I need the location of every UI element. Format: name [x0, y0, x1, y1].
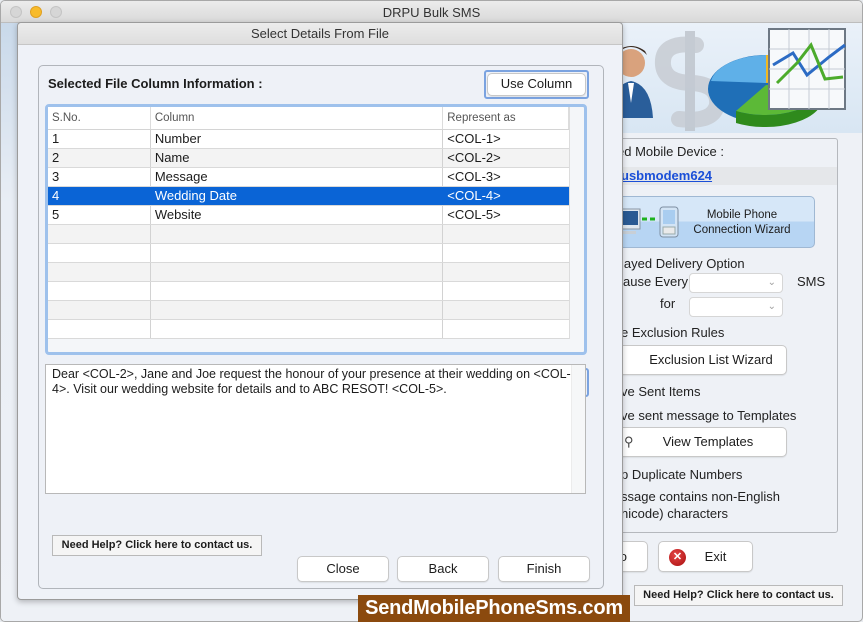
cell-sno: 4: [48, 187, 151, 205]
cell-represent-as: [443, 244, 569, 262]
cell-represent-as: <COL-1>: [447, 131, 501, 146]
cell-represent-as: <COL-5>: [447, 207, 501, 222]
dynamic-message-textarea[interactable]: Dear <COL-2>, Jane and Joe request the h…: [45, 364, 586, 494]
cell-represent-as: [443, 320, 569, 338]
header-sno[interactable]: S.No.: [48, 107, 151, 129]
message-scrollbar[interactable]: [571, 365, 585, 493]
cell-column: [151, 225, 444, 243]
device-link[interactable]: usbmodem624: [621, 168, 712, 183]
header-column[interactable]: Column: [151, 107, 444, 129]
empty-table-row: [48, 282, 569, 301]
cell-sno: [48, 263, 151, 281]
empty-table-row: [48, 225, 569, 244]
save-sent-items-checkbox-label[interactable]: ve Sent Items: [621, 384, 700, 399]
column-table-container: S.No. Column Represent as 1 Number <COL-1>…: [45, 104, 587, 355]
table-row[interactable]: 4 Wedding Date <COL-4>: [48, 187, 569, 206]
cell-sno: 3: [48, 168, 151, 186]
column-info-label: Selected File Column Information :: [48, 76, 263, 91]
empty-table-row: [48, 301, 569, 320]
cell-represent-as: <COL-2>: [447, 150, 501, 165]
cell-column: [151, 301, 444, 319]
for-duration-select[interactable]: ⌄: [689, 297, 783, 317]
window-title: DRPU Bulk SMS: [382, 5, 481, 20]
use-column-button[interactable]: Use Column: [487, 73, 586, 96]
cell-column: Message: [151, 168, 444, 186]
exit-button[interactable]: ✕ Exit: [658, 541, 753, 572]
close-button[interactable]: Close: [297, 556, 389, 582]
pause-every-select[interactable]: ⌄: [689, 273, 783, 293]
message-text: Dear <COL-2>, Jane and Joe request the h…: [52, 367, 571, 396]
cell-sno: [48, 244, 151, 262]
table-header: S.No. Column Represent as: [48, 107, 570, 130]
cell-represent-as: [443, 301, 569, 319]
cell-column: Name: [151, 149, 444, 167]
cell-sno: [48, 282, 151, 300]
exclusion-list-wizard-button[interactable]: Exclusion List Wizard: [607, 345, 787, 375]
finish-button[interactable]: Finish: [498, 556, 590, 582]
unicode-checkbox-label-line1[interactable]: ssage contains non-English: [621, 489, 780, 504]
cell-sno: [48, 320, 151, 338]
line-chart-icon: [768, 28, 846, 110]
table-row[interactable]: 2 Name <COL-2>: [48, 149, 569, 168]
dialog-help-link[interactable]: Need Help? Click here to contact us.: [52, 535, 262, 556]
exit-icon: ✕: [669, 549, 686, 566]
watermark-banner: SendMobilePhoneSms.com: [358, 595, 630, 622]
back-button[interactable]: Back: [397, 556, 489, 582]
cell-column: [151, 263, 444, 281]
table-row[interactable]: 5 Website <COL-5>: [48, 206, 569, 225]
exclusion-rules-checkbox-label[interactable]: e Exclusion Rules: [621, 325, 724, 340]
chevron-down-icon: ⌄: [767, 301, 776, 312]
cell-represent-as: [443, 282, 569, 300]
cell-sno: 5: [48, 206, 151, 224]
mobile-connection-wizard-button[interactable]: Mobile Phone Connection Wizard: [607, 196, 815, 248]
cell-column: Number: [151, 130, 444, 148]
wizard-label-line2: Connection Wizard: [693, 224, 791, 236]
cell-column: [151, 244, 444, 262]
title-bar: DRPU Bulk SMS: [1, 1, 862, 23]
cell-represent-as: <COL-3>: [447, 169, 501, 184]
banner: [601, 23, 862, 133]
table-row[interactable]: 3 Message <COL-3>: [48, 168, 569, 187]
connected-device-label: ed Mobile Device :: [617, 144, 724, 159]
sms-label: SMS: [797, 274, 826, 289]
cell-column: Website: [151, 206, 444, 224]
column-table: S.No. Column Represent as 1 Number <COL-1>…: [48, 107, 570, 339]
wizard-button-label: Mobile Phone Connection Wizard: [686, 208, 798, 238]
dialog-title: Select Details From File: [18, 23, 622, 45]
empty-table-row: [48, 244, 569, 263]
pause-every-label: ause Every: [623, 274, 689, 289]
unicode-checkbox-label-line2: nicode) characters: [621, 506, 728, 521]
delayed-delivery-checkbox-label[interactable]: layed Delivery Option: [621, 256, 745, 271]
phone-connection-icon: [618, 206, 679, 238]
exclusion-button-label: Exclusion List Wizard: [649, 352, 773, 367]
save-templates-checkbox-label[interactable]: ve sent message to Templates: [621, 408, 796, 423]
cell-represent-as: [443, 225, 569, 243]
header-represent-as[interactable]: Represent as: [443, 107, 570, 129]
chevron-down-icon: ⌄: [767, 277, 776, 288]
cell-represent-as: [443, 263, 569, 281]
view-templates-button[interactable]: ⚲ View Templates: [607, 427, 787, 457]
cell-sno: [48, 301, 151, 319]
view-templates-label: View Templates: [662, 434, 754, 449]
wizard-label-line1: Mobile Phone: [706, 209, 778, 221]
cell-sno: 2: [48, 149, 151, 167]
dollar-sign-icon: [654, 31, 726, 131]
cell-column: [151, 282, 444, 300]
magnifier-icon: ⚲: [624, 434, 634, 449]
cell-column: Wedding Date: [151, 187, 444, 205]
empty-table-row: [48, 263, 569, 282]
for-label: for: [660, 296, 676, 311]
use-column-focus-ring: Use Column: [484, 70, 589, 99]
cell-sno: 1: [48, 130, 151, 148]
table-row[interactable]: 1 Number <COL-1>: [48, 130, 569, 149]
exit-button-label: Exit: [704, 549, 727, 564]
main-help-link[interactable]: Need Help? Click here to contact us.: [634, 585, 843, 606]
cell-represent-as: <COL-4>: [447, 188, 501, 203]
empty-table-row: [48, 320, 569, 339]
skip-duplicates-checkbox-label[interactable]: p Duplicate Numbers: [621, 467, 742, 482]
select-details-dialog: Select Details From File Selected File C…: [17, 22, 623, 600]
table-body: 1 Number <COL-1> 2 Name <COL-2> 3 Message <COL-3…: [48, 130, 569, 339]
cell-column: [151, 320, 444, 338]
cell-sno: [48, 225, 151, 243]
